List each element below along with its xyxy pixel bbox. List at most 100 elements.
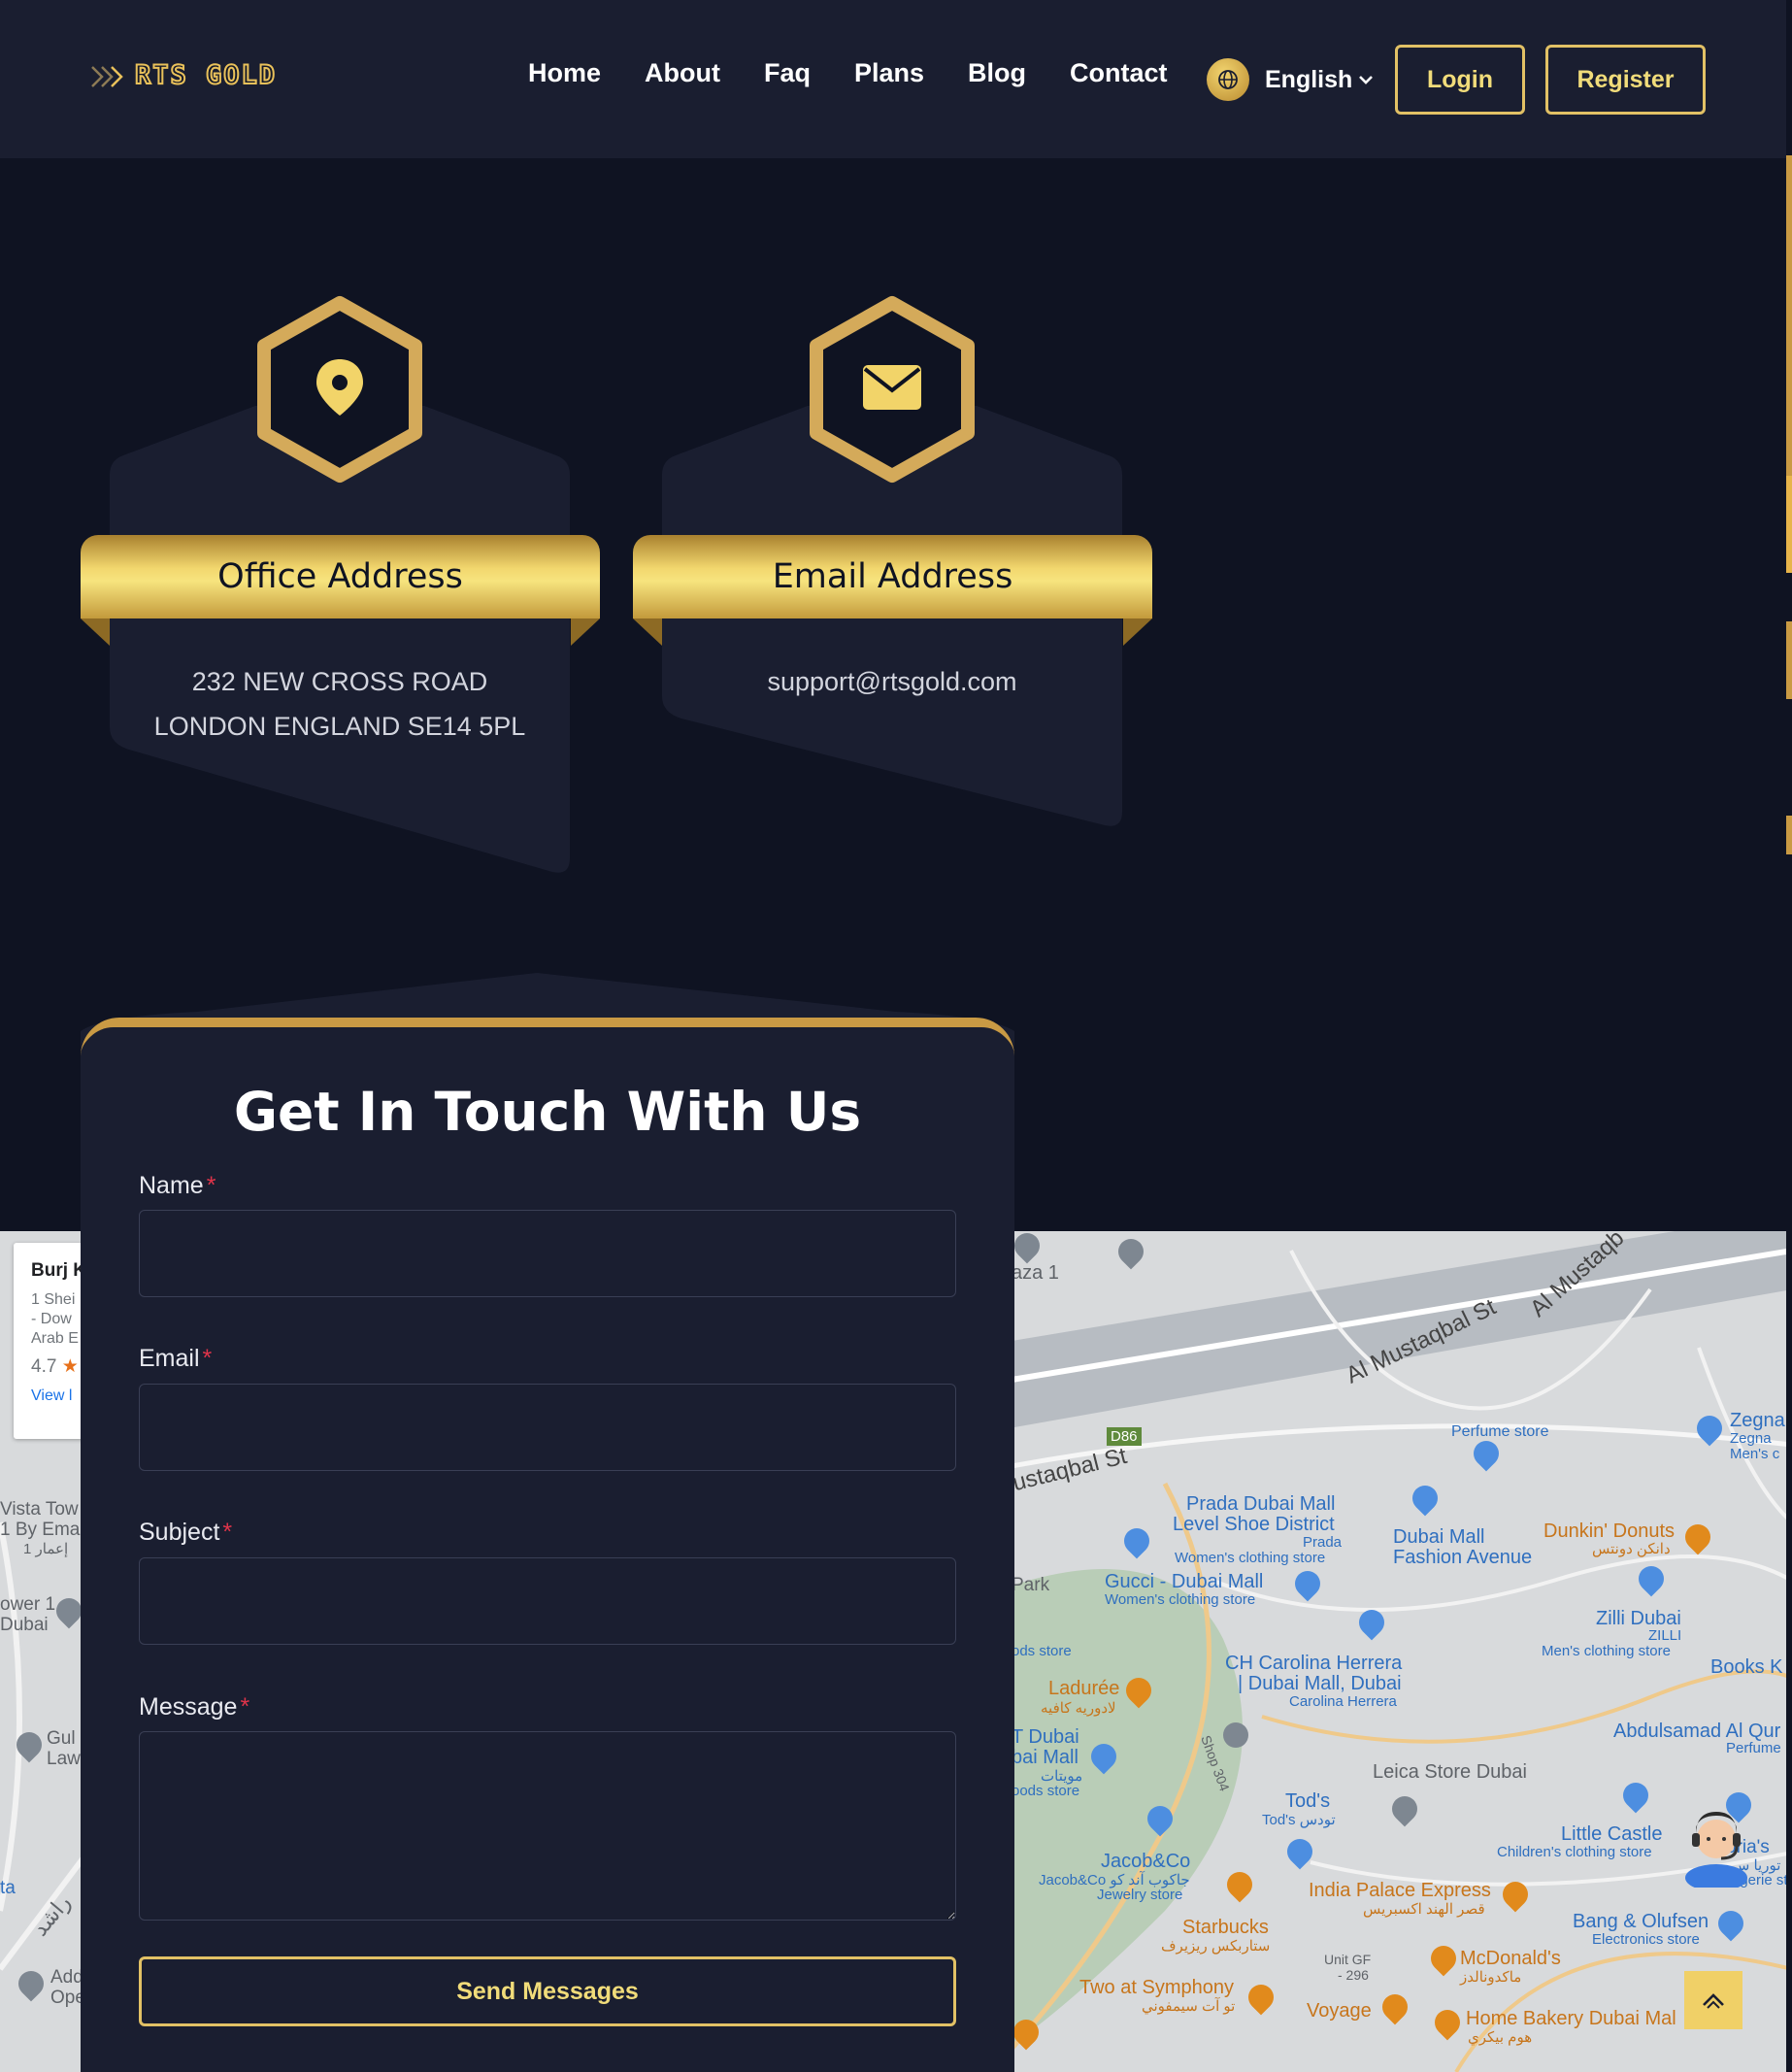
subject-label: Subject * (139, 1519, 232, 1547)
name-label-text: Name (139, 1172, 204, 1199)
page-scroll-mark (1786, 621, 1792, 699)
logo-mark-icon (91, 65, 123, 87)
page-scroll-indicator (1786, 155, 1792, 476)
map-label-poi: Starbucks (1182, 1917, 1269, 1938)
map-label-area: Law (47, 1749, 81, 1769)
map-label-plaza: aza 1 (1012, 1262, 1059, 1284)
map-label-poi: Two at Symphony (1079, 1977, 1234, 1998)
message-textarea[interactable] (139, 1731, 956, 1921)
email-input[interactable] (139, 1384, 956, 1471)
email-label: Email * (139, 1345, 212, 1373)
nav-plans[interactable]: Plans (854, 58, 924, 88)
map-label-poi: تو آت سيمفوني (1142, 1998, 1236, 2015)
map-label-area: Vista Tow (0, 1499, 79, 1520)
site-header: RTS GOLD Home About Faq Plans Blog Conta… (0, 0, 1786, 158)
office-address-line2: LONDON ENGLAND SE14 5PL (153, 712, 526, 741)
required-mark: * (202, 1345, 213, 1372)
logo-text: RTS GOLD (134, 60, 278, 90)
map-label-poi: Ladurée (1048, 1678, 1120, 1699)
chevron-up-icon (1703, 1993, 1724, 2009)
map-road-code: D86 (1107, 1427, 1142, 1446)
map-label-poi: Men's clothing store (1542, 1643, 1671, 1659)
register-button[interactable]: Register (1545, 45, 1706, 115)
subject-label-text: Subject (139, 1519, 220, 1546)
map-label-area: ower 1 (0, 1594, 56, 1615)
map-label-poi: Bang & Olufsen (1573, 1911, 1709, 1932)
contact-form-title: Get In Touch With Us (233, 1081, 862, 1143)
map-label-poi: ods store (1012, 1643, 1072, 1659)
logo[interactable]: RTS GOLD (90, 60, 278, 90)
contact-form-body: Get In Touch With Us Name * Email * Subjec… (81, 1027, 1014, 2072)
nav-blog[interactable]: Blog (968, 58, 1026, 88)
subject-input[interactable] (139, 1557, 956, 1645)
name-input[interactable] (139, 1210, 956, 1297)
map-label-poi: ستاربكس ريزيرف (1161, 1938, 1271, 1955)
contact-form-card: Get In Touch With Us Name * Email * Subjec… (81, 1018, 1014, 2072)
map-label-poi: Perfume store (1451, 1423, 1549, 1440)
map-label-poi: Prada (1303, 1534, 1343, 1551)
map-label-poi: Prada Dubai Mall (1186, 1493, 1336, 1515)
office-address-line1: 232 NEW CROSS ROAD (191, 667, 488, 696)
message-label-text: Message (139, 1693, 238, 1721)
language-label: English (1265, 65, 1353, 93)
chevron-down-icon (1359, 76, 1374, 84)
ribbon-fold-right (571, 618, 600, 646)
star-icon: ★ (61, 1356, 79, 1377)
map-label-poi: McDonald's (1460, 1948, 1561, 1969)
ribbon-fold-left (81, 618, 110, 646)
map-label-area: Gul (47, 1728, 76, 1749)
map-label-area: ta (0, 1878, 16, 1898)
map-label-poi: Books K (1710, 1656, 1783, 1678)
map-label-poi: Carolina Herrera (1289, 1693, 1397, 1710)
envelope-icon (810, 296, 975, 483)
map-label-poi: Little Castle (1561, 1823, 1663, 1845)
map-label-poi: CH Carolina Herrera (1225, 1653, 1403, 1674)
nav-contact[interactable]: Contact (1070, 58, 1168, 88)
nav-home[interactable]: Home (528, 58, 601, 88)
nav-faq[interactable]: Faq (764, 58, 811, 88)
map-label-poi: Children's clothing store (1497, 1844, 1652, 1860)
language-selector[interactable]: English (1207, 58, 1374, 101)
map-label-poi: oods store (1012, 1783, 1080, 1799)
message-label: Message * (139, 1693, 249, 1721)
ribbon-fold-right (1123, 618, 1152, 646)
map-label-poi: Jewelry store (1097, 1887, 1183, 1903)
login-button[interactable]: Login (1395, 45, 1525, 115)
map-label-poi: Jacob&Co (1101, 1851, 1191, 1872)
ribbon-fold-left (633, 618, 662, 646)
required-mark: * (222, 1519, 233, 1546)
required-mark: * (240, 1693, 250, 1721)
map-label-poi: bai Mall (1012, 1747, 1079, 1768)
map-label-poi: T Dubai (1012, 1726, 1079, 1748)
email-address-card: Email Address support@rtsgold.com (633, 295, 1215, 839)
map-label-poi: Tod's تودس (1262, 1812, 1336, 1828)
page-scroll-thumb[interactable] (1786, 476, 1792, 573)
map-place-rating: 4.7 (31, 1356, 57, 1377)
map-label-poi: Women's clothing store (1105, 1591, 1256, 1608)
map-label-poi: India Palace Express (1309, 1880, 1491, 1901)
map-label-poi: قصر الهند اكسبريس (1363, 1901, 1485, 1918)
page-scroll-mark (1786, 816, 1792, 854)
name-label: Name * (139, 1172, 216, 1200)
map-label-poi: Gucci - Dubai Mall (1105, 1571, 1264, 1592)
map-label-area: Dubai (0, 1615, 49, 1635)
email-address-value[interactable]: support@rtsgold.com (662, 659, 1122, 704)
location-pin-icon (257, 296, 422, 483)
map-label-poi: Electronics store (1592, 1931, 1700, 1948)
nav-about[interactable]: About (645, 58, 720, 88)
map-label-poi: Perfume (1726, 1740, 1781, 1756)
email-label-text: Email (139, 1345, 200, 1372)
support-agent-icon[interactable] (1682, 1804, 1750, 1888)
map-label-poi: ماكدونالدز (1460, 1969, 1522, 1986)
map-label-poi: Fashion Avenue (1393, 1547, 1533, 1568)
back-to-top-button[interactable] (1684, 1971, 1742, 2029)
map-label-area: - 296 (1338, 1967, 1369, 1983)
send-messages-button[interactable]: Send Messages (139, 1956, 956, 2026)
map-label-poi: Voyage (1307, 2000, 1372, 2022)
map-label-poi: Zegna (1730, 1430, 1772, 1447)
map-label-area: Unit GF (1324, 1952, 1372, 1967)
map-label-poi: Home Bakery Dubai Mal (1466, 2008, 1676, 2029)
map-label-poi: دانكن دونتس (1592, 1541, 1671, 1557)
map-label-poi: Tod's (1285, 1790, 1331, 1812)
main-nav: Home About Faq Plans Blog Contact (528, 58, 1211, 88)
